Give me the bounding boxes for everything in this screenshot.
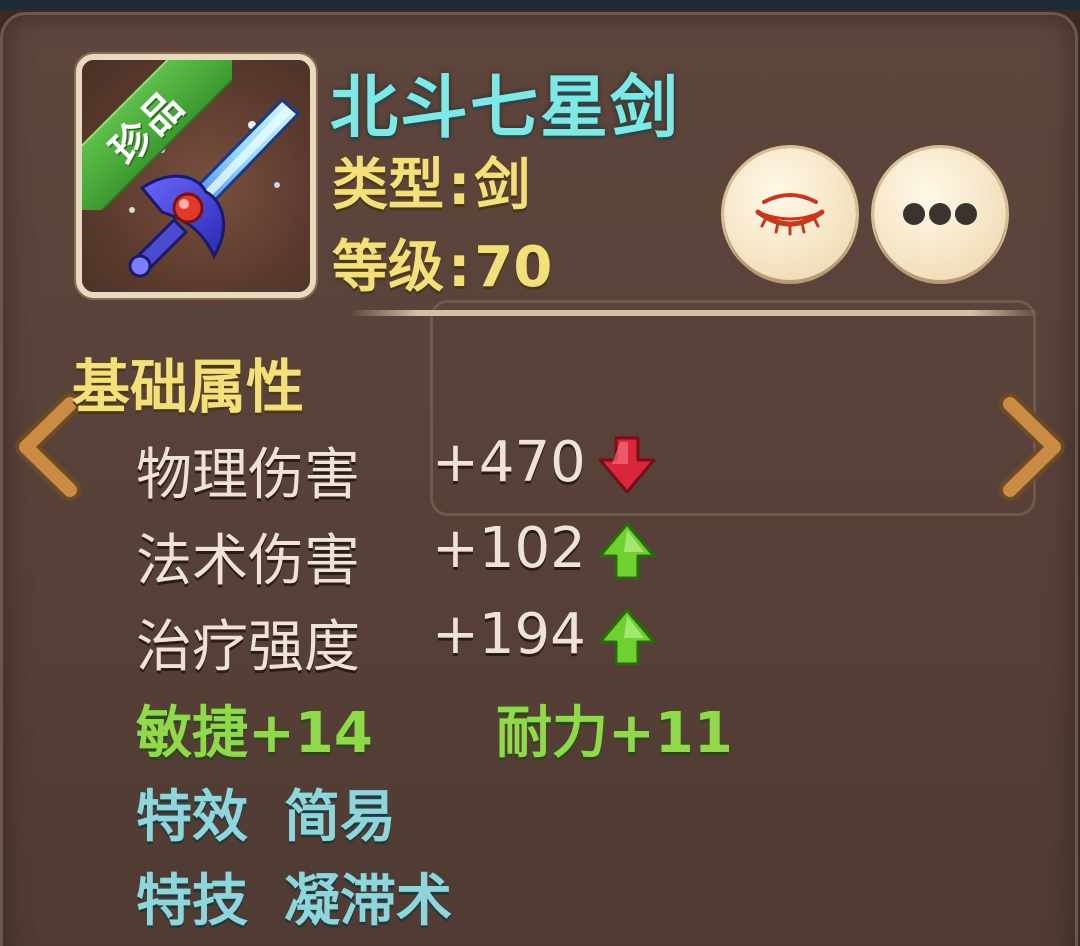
more-options-button[interactable] [874, 148, 1006, 280]
up-arrow-icon [598, 522, 656, 580]
bonus-stat-endurance: 耐力+11 [496, 701, 733, 766]
special-skill-label: 特技 [136, 869, 248, 934]
stat-value: +102 [432, 516, 586, 581]
quality-badge-label: 珍品 [101, 81, 194, 174]
item-type: 类型:剑 [332, 140, 530, 221]
special-effect-value: 简易 [284, 785, 396, 850]
next-item-button[interactable] [998, 392, 1068, 502]
special-skill: 特技 凝滞术 [136, 856, 452, 937]
item-tooltip-screen: 珍品 北斗七星剑 类型:剑 等级:70 基础属性 物理伤害 +470 法术伤害 … [0, 0, 1080, 946]
item-level-colon: : [448, 235, 471, 300]
stat-value: +470 [432, 430, 586, 495]
stat-name: 治疗强度 [136, 615, 360, 680]
quality-ribbon: 珍品 [82, 60, 232, 210]
stat-name: 法术伤害 [136, 529, 360, 594]
item-name: 北斗七星剑 [330, 69, 681, 148]
item-level-value: 70 [474, 235, 553, 300]
up-arrow-icon [598, 608, 656, 666]
chevron-right-icon [999, 393, 1065, 501]
base-attributes-title: 基础属性 [72, 353, 305, 421]
header-divider [350, 310, 1040, 316]
hide-button[interactable] [724, 148, 856, 280]
stat-value: +194 [432, 602, 586, 667]
item-level: 等级:70 [332, 222, 552, 303]
special-effect-label: 特效 [136, 785, 248, 850]
stat-name: 物理伤害 [136, 443, 360, 508]
item-type-colon: : [448, 153, 471, 218]
closed-eye-icon [755, 193, 825, 236]
item-type-value: 剑 [474, 153, 531, 218]
down-arrow-icon [598, 436, 656, 494]
special-skill-value: 凝滞术 [284, 869, 452, 934]
item-type-label: 类型 [332, 153, 444, 218]
item-icon-frame[interactable]: 珍品 [76, 54, 316, 298]
item-level-label: 等级 [332, 235, 444, 300]
ellipsis-icon [903, 203, 977, 225]
quality-badge: 珍品 [82, 60, 232, 210]
special-effect: 特效 简易 [136, 772, 396, 853]
bonus-stat-agility: 敏捷+14 [136, 701, 373, 766]
